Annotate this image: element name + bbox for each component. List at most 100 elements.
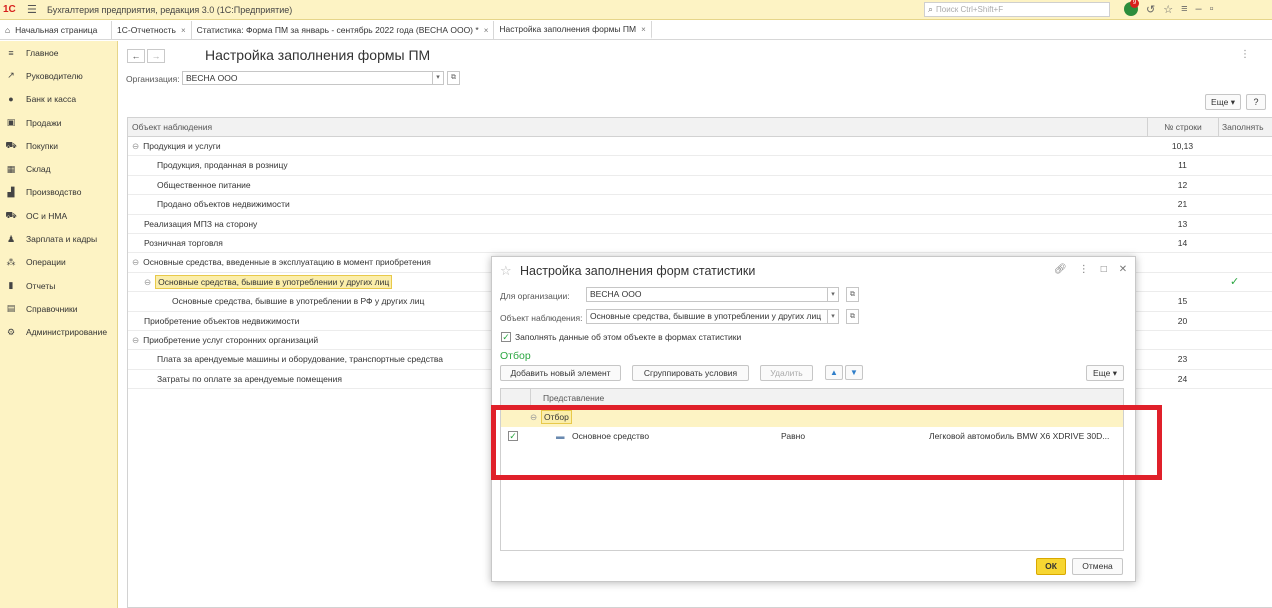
sidebar-item-fixed-assets[interactable]: ⛟ ОС и НМА: [0, 204, 117, 227]
favorites-icon[interactable]: ☆: [1163, 3, 1173, 16]
table-row[interactable]: Продукция, проданная в розницу 11: [128, 156, 1272, 176]
table-row[interactable]: Розничная торговля 14: [128, 234, 1272, 254]
column-header-object[interactable]: Объект наблюдения: [132, 118, 212, 137]
dialog-object-field[interactable]: Основные средства, бывшие в употреблении…: [586, 309, 839, 324]
sidebar-item-label: Руководителю: [26, 70, 83, 81]
move-down-icon[interactable]: ▼: [845, 365, 863, 380]
collapse-toggle-icon[interactable]: ⊖: [132, 335, 139, 345]
app-logo[interactable]: 1С: [3, 4, 23, 15]
organization-field[interactable]: ВЕСНА ООО ▾: [182, 71, 444, 85]
condition-value[interactable]: Легковой автомобиль BMW X6 XDRIVE 30D...: [929, 427, 1109, 446]
fill-data-checkbox[interactable]: ✓: [501, 332, 511, 342]
sidebar-item-label: Производство: [26, 187, 82, 198]
notifications-icon[interactable]: 9: [1124, 0, 1139, 16]
condition-comparison[interactable]: Равно: [781, 427, 805, 446]
add-element-button[interactable]: Добавить новый элемент: [500, 365, 621, 381]
more-actions-icon[interactable]: ⋮: [1240, 49, 1250, 60]
chevron-down-icon[interactable]: ▾: [432, 72, 443, 84]
sidebar-item-operations[interactable]: ⁂ Операции: [0, 251, 117, 274]
cancel-button[interactable]: Отмена: [1072, 558, 1123, 575]
row-object-label: Продукция, проданная в розницу: [157, 160, 288, 171]
close-icon[interactable]: ×: [484, 26, 489, 35]
row-object-label: Основные средства, бывшие в употреблении…: [155, 274, 393, 289]
sidebar-item-payroll[interactable]: ♟ Зарплата и кадры: [0, 227, 117, 250]
column-header-fill[interactable]: Заполнять: [1218, 118, 1272, 137]
column-header-row-no[interactable]: № строки: [1147, 118, 1218, 137]
link-icon[interactable]: 🔗︎: [1054, 264, 1067, 275]
history-icon[interactable]: ↺: [1146, 3, 1155, 16]
cart-icon: ⛟: [5, 139, 17, 150]
warehouse-icon: ▦: [6, 163, 16, 174]
sidebar-item-warehouse[interactable]: ▦ Склад: [0, 157, 117, 180]
chevron-down-icon[interactable]: ▾: [827, 288, 838, 301]
back-button[interactable]: ←: [127, 49, 145, 63]
title-bar: 1С ☰ Бухгалтерия предприятия, редакция 3…: [0, 0, 1272, 20]
collapse-toggle-icon[interactable]: ⊖: [132, 141, 139, 151]
sidebar-item-director[interactable]: ↗ Руководителю: [0, 64, 117, 87]
chevron-down-icon[interactable]: ▾: [827, 310, 838, 323]
row-object-label: Продукция и услуги: [143, 141, 221, 151]
sidebar-item-production[interactable]: ▟ Производство: [0, 181, 117, 204]
sidebar-item-purchases[interactable]: ⛟ Покупки: [0, 134, 117, 157]
close-icon[interactable]: ×: [641, 25, 646, 34]
table-row[interactable]: Общественное питание 12: [128, 176, 1272, 196]
sidebar-item-administration[interactable]: ⚙ Администрирование: [0, 321, 117, 344]
group-conditions-button[interactable]: Сгруппировать условия: [632, 365, 749, 381]
favorite-star-icon[interactable]: ☆: [500, 263, 512, 279]
condition-enabled-checkbox[interactable]: ✓: [508, 431, 518, 441]
sidebar-item-catalogs[interactable]: ▤ Справочники: [0, 297, 117, 320]
row-number-cell: 23: [1177, 354, 1188, 365]
tab-1c-reporting[interactable]: 1С-Отчетность ×: [112, 21, 192, 39]
ok-button[interactable]: ОК: [1036, 558, 1066, 575]
settings-menu-icon[interactable]: ≡: [1181, 3, 1187, 15]
move-up-icon[interactable]: ▲: [825, 365, 843, 380]
row-object-cell: Реализация МПЗ на сторону: [144, 215, 257, 234]
collapse-toggle-icon[interactable]: ⊖: [530, 408, 537, 427]
table-row[interactable]: Реализация МПЗ на сторону 13: [128, 215, 1272, 234]
row-object-cell: Плата за арендуемые машины и оборудовани…: [157, 350, 443, 369]
statistics-settings-dialog: ☆ Настройка заполнения форм статистики 🔗…: [491, 256, 1136, 582]
open-icon[interactable]: ⧉: [447, 71, 460, 85]
dialog-more-label: Еще: [1093, 368, 1111, 378]
filter-group-row[interactable]: ⊖ Отбор: [501, 408, 1123, 427]
tab-statistics-form[interactable]: Статистика: Форма ПМ за январь - сентябр…: [192, 21, 495, 39]
sidebar-item-label: Банк и касса: [26, 94, 77, 105]
maximize-icon[interactable]: ▫: [1210, 3, 1214, 15]
home-icon: ⌂: [5, 25, 11, 35]
sidebar-item-sales[interactable]: ▣ Продажи: [0, 111, 117, 134]
table-row[interactable]: Продано объектов недвижимости 21: [128, 195, 1272, 215]
person-icon: ♟: [6, 233, 16, 244]
collapse-toggle-icon[interactable]: ⊖: [132, 257, 139, 267]
sidebar-item-label: Операции: [26, 257, 66, 268]
more-button[interactable]: Еще ▾: [1205, 94, 1241, 110]
dialog-org-field[interactable]: ВЕСНА ООО ▾: [586, 287, 839, 302]
tab-pm-settings[interactable]: Настройка заполнения формы ПМ ×: [494, 21, 652, 39]
collapse-toggle-icon[interactable]: ⊖: [144, 277, 151, 287]
maximize-icon[interactable]: □: [1101, 264, 1107, 275]
table-row[interactable]: ⊖ Продукция и услуги 10,13: [128, 137, 1272, 157]
open-icon[interactable]: ⧉: [846, 287, 859, 302]
help-button[interactable]: ?: [1246, 94, 1266, 110]
sidebar-item-bank[interactable]: ● Банк и касса: [0, 88, 117, 111]
row-object-cell: ⊖ Основные средства, бывшие в употреблени…: [144, 273, 393, 292]
sidebar-item-main[interactable]: ≡ Главное: [0, 41, 117, 64]
sidebar-item-label: ОС и НМА: [26, 210, 68, 221]
sidebar-item-reports[interactable]: ▮ Отчеты: [0, 274, 117, 297]
minimize-icon[interactable]: –: [1196, 3, 1202, 15]
column-header-presentation[interactable]: Представление: [530, 389, 604, 408]
notifications-badge: 9: [1130, 0, 1139, 8]
global-search-input[interactable]: ⌕ Поиск Ctrl+Shift+F: [924, 2, 1110, 17]
main-menu-icon[interactable]: ☰: [27, 3, 41, 16]
close-icon[interactable]: ×: [181, 26, 186, 35]
fill-check-icon[interactable]: ✓: [1230, 273, 1239, 292]
close-icon[interactable]: ✕: [1119, 264, 1127, 275]
bar-chart-icon: ▮: [8, 280, 14, 291]
more-actions-icon[interactable]: ⋮: [1079, 264, 1089, 275]
dialog-more-button[interactable]: Еще ▾: [1086, 365, 1124, 381]
forward-button[interactable]: →: [147, 49, 165, 63]
filter-condition-row[interactable]: ✓ ▬ Основное средство Равно Легковой авт…: [501, 427, 1123, 446]
open-icon[interactable]: ⧉: [846, 309, 859, 324]
tab-home[interactable]: ⌂ Начальная страница: [0, 21, 112, 39]
condition-field[interactable]: Основное средство: [572, 427, 649, 446]
delete-button[interactable]: Удалить: [760, 365, 813, 381]
